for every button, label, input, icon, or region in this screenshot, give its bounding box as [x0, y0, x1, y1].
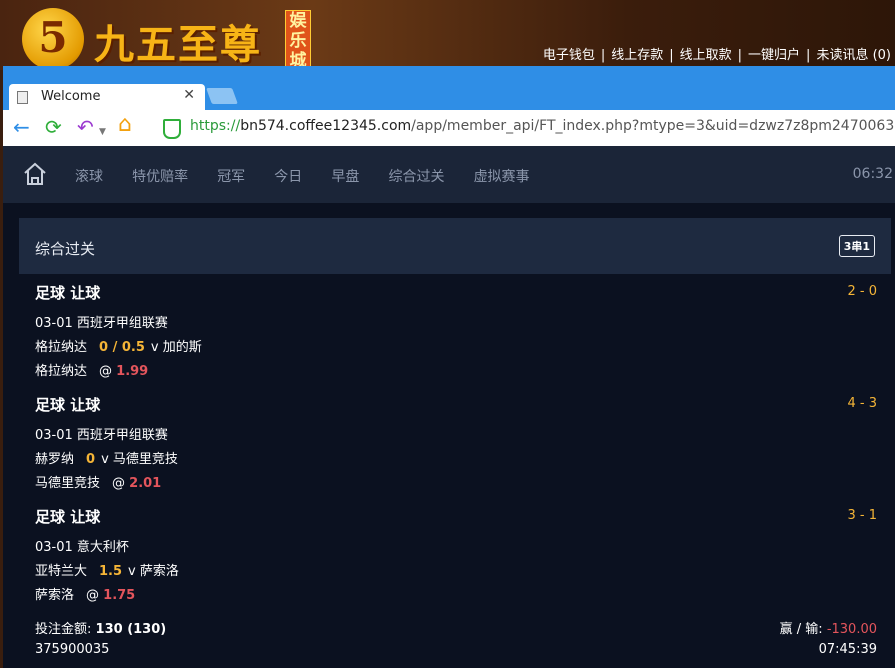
bet-score: 2 - 0: [847, 284, 878, 299]
nav-item-virtual[interactable]: 虚拟赛事: [474, 169, 530, 185]
bet-league: 03-01 西班牙甲组联赛: [35, 428, 168, 443]
panel-header: 综合过关 3串1: [19, 218, 891, 274]
bet-pick: 格拉纳达 @ 1.99: [35, 360, 148, 379]
at-label: @: [99, 364, 113, 379]
logo-text: 九五至尊: [94, 21, 262, 68]
home-outline-icon[interactable]: [23, 162, 47, 186]
bet-score: 3 - 1: [847, 508, 878, 523]
stake-value: 130 (130): [95, 622, 167, 637]
home-team: 亚特兰大: [35, 564, 88, 579]
win-loss: 赢 / 输: -130.00: [780, 618, 877, 637]
vs-label: v: [101, 452, 109, 467]
ticket-id: 375900035: [35, 642, 110, 657]
bet-league: 03-01 西班牙甲组联赛: [35, 316, 168, 331]
nav-item-best-odds[interactable]: 特优赔率: [132, 169, 188, 185]
vs-label: v: [128, 564, 136, 579]
away-team: 加的斯: [162, 340, 202, 355]
ticket-time: 07:45:39: [818, 642, 877, 657]
logo-mark: 5: [22, 8, 84, 70]
link-deposit[interactable]: 线上存款: [611, 48, 663, 63]
link-separator: |: [669, 48, 674, 63]
nav-items: 滚球 特优赔率 冠军 今日 早盘 综合过关 虚拟赛事: [75, 166, 554, 186]
top-links: 电子钱包 | 线上存款 | 线上取款 | 一键归户 | 未读讯息 (0): [543, 44, 891, 63]
site-header: 5 九五至尊 娱乐城 电子钱包 | 线上存款 | 线上取款 | 一键归户 | 未读讯息 (0): [0, 0, 895, 70]
url-field[interactable]: https://bn574.coffee12345.com/app/member…: [190, 118, 895, 134]
tab-strip: Welcome ✕: [3, 66, 895, 110]
home-team: 赫罗纳: [35, 452, 75, 467]
chevron-down-icon[interactable]: ▼: [99, 121, 106, 143]
at-label: @: [112, 476, 126, 491]
stake-label: 投注金额:: [35, 622, 92, 637]
panel-title: 综合过关: [35, 240, 96, 258]
tab-welcome[interactable]: Welcome ✕: [9, 84, 205, 110]
bet-sport: 足球 让球: [35, 396, 101, 414]
handicap: 0: [86, 452, 96, 467]
bet-matchup: 亚特兰大 1.5 v 萨索洛: [35, 560, 179, 579]
url-domain: bn574.coffee12345.com: [240, 118, 412, 134]
stake-amount: 投注金额: 130 (130): [35, 618, 166, 637]
pick-team: 萨索洛: [35, 588, 75, 603]
nav-item-champion[interactable]: 冠军: [217, 169, 245, 185]
tab-title: Welcome: [41, 89, 101, 104]
new-tab-button[interactable]: [206, 88, 238, 104]
parlay-badge: 3串1: [838, 235, 875, 257]
pick-team: 马德里竞技: [35, 476, 101, 491]
back-arrow-icon[interactable]: ←: [13, 116, 30, 138]
pick-team: 格拉纳达: [35, 364, 88, 379]
undo-icon[interactable]: ↶: [77, 116, 94, 138]
url-path: /app/member_api/FT_index.php?mtype=3&uid…: [411, 118, 895, 134]
nav-clock: 06:32: [852, 166, 893, 182]
close-icon[interactable]: ✕: [183, 87, 195, 103]
result-label: 赢 / 输:: [779, 622, 823, 637]
nav-item-parlay[interactable]: 综合过关: [388, 169, 444, 185]
home-icon[interactable]: ⌂: [118, 114, 132, 136]
link-messages[interactable]: 未读讯息 (0): [816, 48, 891, 63]
document-icon: [17, 91, 28, 104]
bet-pick: 萨索洛 @ 1.75: [35, 584, 135, 603]
odds: 2.01: [129, 476, 162, 491]
result-value: -130.00: [826, 622, 877, 637]
bet-sport: 足球 让球: [35, 508, 101, 526]
handicap: 0 / 0.5: [99, 340, 145, 355]
app-nav: 滚球 特优赔率 冠军 今日 早盘 综合过关 虚拟赛事 06:32: [3, 146, 895, 203]
browser-window: Welcome ✕ ← ⟳ ↶ ▼ ⌂ https://bn574.coffee…: [3, 66, 895, 668]
handicap: 1.5: [99, 564, 123, 579]
away-team: 萨索洛: [139, 564, 179, 579]
nav-item-early[interactable]: 早盘: [331, 169, 359, 185]
logo-tag: 娱乐城: [285, 10, 311, 70]
at-label: @: [86, 588, 100, 603]
bet-matchup: 格拉纳达 0 / 0.5 v 加的斯: [35, 336, 202, 355]
nav-item-live[interactable]: 滚球: [75, 169, 103, 185]
away-team: 马德里竞技: [112, 452, 178, 467]
link-separator: |: [806, 48, 811, 63]
bet-matchup: 赫罗纳 0 v 马德里竞技: [35, 448, 178, 467]
url-protocol: https://: [190, 118, 241, 134]
bet-score: 4 - 3: [847, 396, 878, 411]
address-bar: ← ⟳ ↶ ▼ ⌂ https://bn574.coffee12345.com/…: [3, 110, 895, 147]
nav-item-today[interactable]: 今日: [274, 169, 302, 185]
vs-label: v: [150, 340, 159, 355]
bet-sport: 足球 让球: [35, 284, 101, 302]
link-separator: |: [600, 48, 606, 63]
refresh-icon[interactable]: ⟳: [45, 116, 62, 138]
odds: 1.75: [103, 588, 136, 603]
home-team: 格拉纳达: [35, 340, 88, 355]
link-consolidate[interactable]: 一键归户: [748, 48, 800, 63]
link-separator: |: [737, 48, 743, 63]
shield-icon: [163, 119, 181, 139]
link-withdraw[interactable]: 线上取款: [680, 48, 732, 63]
odds: 1.99: [116, 364, 149, 379]
bet-league: 03-01 意大利杯: [35, 540, 129, 555]
link-wallet[interactable]: 电子钱包: [543, 48, 595, 63]
bet-pick: 马德里竞技 @ 2.01: [35, 472, 161, 491]
